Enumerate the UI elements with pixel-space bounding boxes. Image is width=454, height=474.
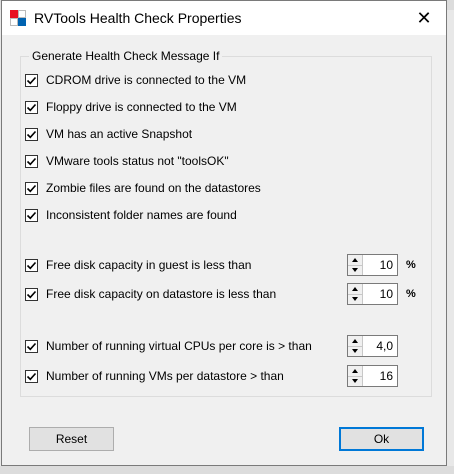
vcpu-spinner[interactable]: 4,0 <box>347 335 398 357</box>
checkmark-icon <box>26 261 37 269</box>
checkmark-icon <box>26 103 37 111</box>
checkbox-guest-disk[interactable] <box>25 258 38 272</box>
arrow-up-icon <box>352 369 358 373</box>
arrow-down-icon <box>352 297 358 301</box>
check-row-guest-disk[interactable]: Free disk capacity in guest is less than <box>25 256 251 274</box>
arrow-up-icon <box>352 287 358 291</box>
checkbox-folder[interactable] <box>25 208 38 222</box>
checkbox-vcpu[interactable] <box>25 339 38 353</box>
reset-button[interactable]: Reset <box>29 427 114 451</box>
check-row-folder[interactable]: Inconsistent folder names are found <box>25 206 237 224</box>
check-label-datastore-disk: Free disk capacity on datastore is less … <box>46 287 277 301</box>
checkmark-icon <box>26 211 37 219</box>
check-row-vms-datastore[interactable]: Number of running VMs per datastore > th… <box>25 367 284 385</box>
vms-datastore-spinner[interactable]: 16 <box>347 365 398 387</box>
spin-down-button[interactable] <box>348 294 362 304</box>
window-title: RVTools Health Check Properties <box>34 10 242 26</box>
checkbox-cdrom[interactable] <box>25 73 38 87</box>
spinner-value[interactable]: 10 <box>380 287 393 301</box>
rvtools-app-icon <box>10 10 26 26</box>
checkmark-icon <box>26 130 37 138</box>
arrow-up-icon <box>352 339 358 343</box>
arrow-down-icon <box>352 268 358 272</box>
datastore-disk-spinner[interactable]: 10 <box>347 283 398 305</box>
checkbox-vms-datastore[interactable] <box>25 369 38 383</box>
group-legend: Generate Health Check Message If <box>29 49 223 63</box>
check-label-zombie: Zombie files are found on the datastores <box>46 181 261 195</box>
check-row-zombie[interactable]: Zombie files are found on the datastores <box>25 179 261 197</box>
background-strip-bottom <box>0 466 454 474</box>
spinner-buttons <box>348 284 363 304</box>
check-label-floppy: Floppy drive is connected to the VM <box>46 100 237 114</box>
spinner-buttons <box>348 336 363 356</box>
spinner-buttons <box>348 255 363 275</box>
spinner-value[interactable]: 10 <box>380 258 393 272</box>
check-label-tools: VMware tools status not "toolsOK" <box>46 154 229 168</box>
check-label-folder: Inconsistent folder names are found <box>46 208 237 222</box>
checkmark-icon <box>26 157 37 165</box>
ok-button[interactable]: Ok <box>339 427 424 451</box>
dialog-window: RVTools Health Check Properties ✕ Genera… <box>1 0 447 466</box>
checkbox-floppy[interactable] <box>25 100 38 114</box>
checkbox-tools[interactable] <box>25 154 38 168</box>
checkmark-icon <box>26 184 37 192</box>
checkbox-datastore-disk[interactable] <box>25 287 38 301</box>
checkbox-zombie[interactable] <box>25 181 38 195</box>
arrow-up-icon <box>352 258 358 262</box>
checkmark-icon <box>26 290 37 298</box>
check-label-snapshot: VM has an active Snapshot <box>46 127 193 141</box>
check-row-tools[interactable]: VMware tools status not "toolsOK" <box>25 152 229 170</box>
close-button[interactable]: ✕ <box>402 1 446 35</box>
arrow-down-icon <box>352 379 358 383</box>
check-label-vms-datastore: Number of running VMs per datastore > th… <box>46 369 284 383</box>
spinner-buttons <box>348 366 363 386</box>
check-label-cdrom: CDROM drive is connected to the VM <box>46 73 247 87</box>
spin-down-button[interactable] <box>348 265 362 275</box>
checkmark-icon <box>26 342 37 350</box>
check-row-floppy[interactable]: Floppy drive is connected to the VM <box>25 98 237 116</box>
check-row-cdrom[interactable]: CDROM drive is connected to the VM <box>25 71 246 89</box>
check-row-datastore-disk[interactable]: Free disk capacity on datastore is less … <box>25 285 276 303</box>
check-row-snapshot[interactable]: VM has an active Snapshot <box>25 125 192 143</box>
spin-down-button[interactable] <box>348 376 362 386</box>
check-label-guest-disk: Free disk capacity in guest is less than <box>46 258 252 272</box>
checkmark-icon <box>26 372 37 380</box>
guest-disk-spinner[interactable]: 10 <box>347 254 398 276</box>
spinner-value[interactable]: 16 <box>380 369 393 383</box>
checkbox-snapshot[interactable] <box>25 127 38 141</box>
percent-unit: % <box>406 259 416 271</box>
checkmark-icon <box>26 76 37 84</box>
arrow-down-icon <box>352 349 358 353</box>
percent-unit: % <box>406 288 416 300</box>
check-label-vcpu: Number of running virtual CPUs per core … <box>46 339 312 353</box>
close-icon: ✕ <box>416 7 432 28</box>
spinner-value[interactable]: 4,0 <box>376 339 393 353</box>
title-bar: RVTools Health Check Properties ✕ <box>2 1 446 35</box>
spin-down-button[interactable] <box>348 346 362 356</box>
check-row-vcpu[interactable]: Number of running virtual CPUs per core … <box>25 337 312 355</box>
